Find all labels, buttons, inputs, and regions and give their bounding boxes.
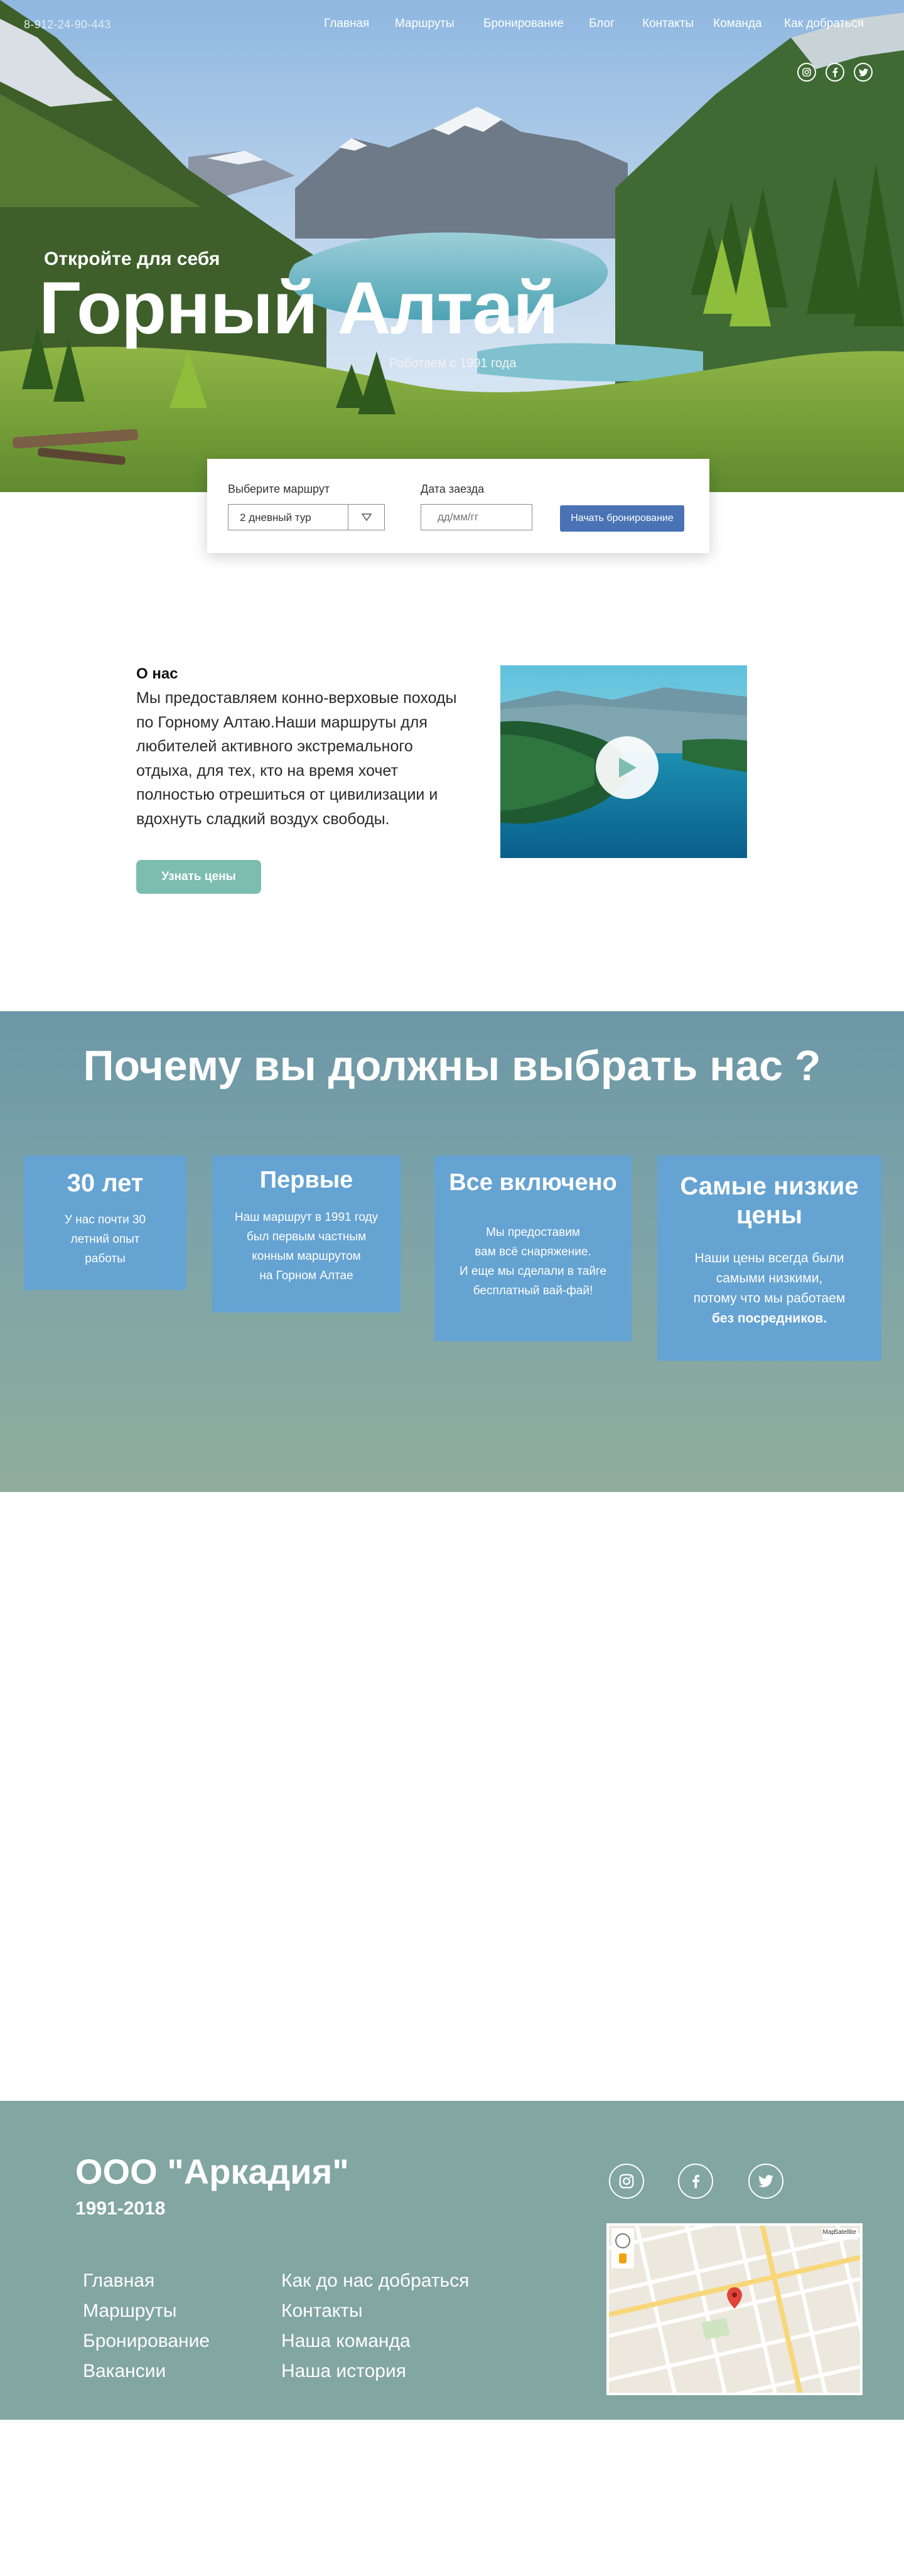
footer-link-vacancies[interactable]: Вакансии <box>83 2361 166 2382</box>
instagram-icon[interactable] <box>797 63 816 82</box>
route-select[interactable]: 2 дневный тур <box>228 504 385 530</box>
route-label: Выберите маршрут <box>228 483 330 495</box>
footer-link-directions[interactable]: Как до нас добраться <box>281 2270 469 2292</box>
footer-link-booking[interactable]: Бронирование <box>83 2331 210 2352</box>
footer-link-team[interactable]: Наша команда <box>281 2331 411 2352</box>
nav-blog[interactable]: Блог <box>589 17 615 31</box>
feature-card: Первые Наш маршрут в 1991 году был первы… <box>212 1156 401 1312</box>
nav-booking[interactable]: Бронирование <box>483 17 564 31</box>
feature-card-title: Все включено <box>449 1169 617 1196</box>
video-player[interactable] <box>500 665 747 858</box>
feature-card-text: У нас почти 30 летний опыт работы <box>64 1213 146 1265</box>
facebook-icon[interactable] <box>826 63 844 82</box>
nav-home[interactable]: Главная <box>324 17 369 31</box>
feature-card: Самые низкие цены Наши цены всегда были … <box>657 1156 881 1361</box>
twitter-icon[interactable] <box>854 63 873 82</box>
hero-section: 8-912-24-90-443 Главная Маршруты Брониро… <box>0 0 904 492</box>
footer: ООО "Аркадия" 1991-2018 Главная Маршруты… <box>0 2101 904 2420</box>
facebook-icon[interactable] <box>678 2164 713 2199</box>
play-button[interactable] <box>596 736 659 799</box>
footer-link-home[interactable]: Главная <box>83 2270 154 2292</box>
booking-form: Выберите маршрут 2 дневный тур Дата заез… <box>207 459 709 553</box>
hero-landscape-image <box>0 0 904 492</box>
nav-directions[interactable]: Как добраться <box>784 17 864 31</box>
instagram-icon[interactable] <box>609 2164 644 2199</box>
nav-routes[interactable]: Маршруты <box>395 17 455 31</box>
feature-card-title: Самые низкие цены <box>680 1173 859 1229</box>
date-label: Дата заезда <box>421 483 485 495</box>
play-icon <box>619 758 637 778</box>
twitter-icon[interactable] <box>748 2164 783 2199</box>
nav-team[interactable]: Команда <box>713 17 761 31</box>
about-text: Мы предоставляем конно-верховые походы п… <box>136 689 457 828</box>
learn-prices-button[interactable]: Узнать цены <box>136 860 261 894</box>
company-name: ООО "Аркадия" <box>75 2152 349 2191</box>
hero-since-text: Работаем с 1991 года <box>389 357 517 370</box>
feature-card: Все включено Мы предоставим вам всё снар… <box>434 1156 632 1341</box>
feature-card-title: Первые <box>259 1167 353 1193</box>
map-image <box>609 2226 860 2393</box>
footer-link-contacts[interactable]: Контакты <box>281 2300 363 2322</box>
satellite-mode-button[interactable]: Satellite <box>834 2229 856 2236</box>
company-years: 1991-2018 <box>75 2198 166 2219</box>
feature-card-text: Наш маршрут в 1991 году был первым частн… <box>234 1211 379 1282</box>
route-select-value: 2 дневный тур <box>240 512 311 523</box>
location-map[interactable]: Map Satellite <box>606 2223 863 2395</box>
feature-card-text: Мы предоставим вам всё снаряжение. И еще… <box>459 1226 607 1297</box>
hero-title: Горный Алтай <box>39 267 559 350</box>
footer-link-routes[interactable]: Маршруты <box>83 2300 176 2322</box>
nav-contacts[interactable]: Контакты <box>642 17 694 31</box>
date-input[interactable] <box>421 504 532 530</box>
feature-card-title: 30 лет <box>67 1169 144 1197</box>
feature-card: 30 лет У нас почти 30 летний опыт работы <box>24 1156 186 1290</box>
main-nav: Главная Маршруты Бронирование Блог Конта… <box>0 17 904 36</box>
map-mode-button[interactable]: Map <box>823 2229 835 2236</box>
why-us-section: Почему вы должны выбрать нас ? 30 лет У … <box>0 1011 904 1492</box>
why-us-title: Почему вы должны выбрать нас ? <box>83 1042 821 1090</box>
footer-link-history[interactable]: Наша история <box>281 2361 406 2382</box>
feature-card-text: Наши цены всегда были самыми низкими, по… <box>693 1251 846 1326</box>
start-booking-button[interactable]: Начать бронирование <box>560 505 684 532</box>
chevron-down-icon[interactable] <box>348 505 384 530</box>
about-title: О нас <box>136 665 178 682</box>
